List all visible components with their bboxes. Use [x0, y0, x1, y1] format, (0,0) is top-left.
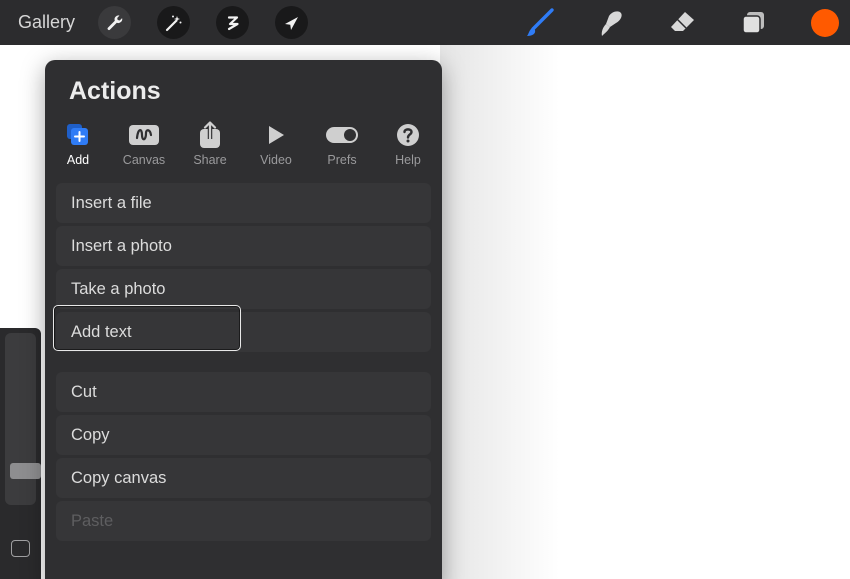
- transform-button[interactable]: [275, 6, 308, 39]
- smudge-tool-button[interactable]: [594, 6, 628, 40]
- brush-size-slider-thumb[interactable]: [10, 463, 41, 479]
- smudge-icon: [601, 11, 622, 36]
- top-toolbar: Gallery: [0, 0, 850, 45]
- take-photo-button[interactable]: Take a photo: [56, 269, 431, 309]
- magic-wand-icon: [165, 15, 181, 31]
- tab-video[interactable]: Video: [243, 120, 309, 170]
- copy-canvas-button[interactable]: Copy canvas: [56, 458, 431, 498]
- add-icon: [67, 124, 88, 145]
- tab-label: Share: [193, 153, 227, 167]
- tab-help[interactable]: Help: [375, 120, 441, 170]
- paste-button[interactable]: Paste: [56, 501, 431, 541]
- tab-label: Video: [260, 153, 292, 167]
- cut-button[interactable]: Cut: [56, 372, 431, 412]
- brush-size-slider[interactable]: [5, 333, 41, 505]
- color-picker-button[interactable]: [811, 9, 839, 37]
- share-icon: [200, 121, 220, 148]
- tab-add[interactable]: Add: [45, 120, 111, 170]
- layers-button[interactable]: [736, 6, 770, 40]
- adjustments-button[interactable]: [157, 6, 190, 39]
- transform-arrow-icon: [284, 16, 298, 30]
- brush-icon: [527, 8, 554, 36]
- tab-prefs[interactable]: Prefs: [309, 120, 375, 170]
- clipboard-actions-list: Cut Copy Copy canvas Paste: [56, 372, 431, 544]
- copy-button[interactable]: Copy: [56, 415, 431, 455]
- canvas-shadow: [440, 45, 560, 579]
- layers-icon: [742, 12, 764, 34]
- add-text-highlight: [53, 305, 241, 351]
- video-play-icon: [269, 126, 284, 144]
- tab-label: Prefs: [327, 153, 357, 167]
- insert-photo-button[interactable]: Insert a photo: [56, 226, 431, 266]
- insert-file-button[interactable]: Insert a file: [56, 183, 431, 223]
- modify-square-button[interactable]: [11, 540, 30, 557]
- selection-icon: [227, 15, 239, 30]
- wrench-icon: [107, 14, 122, 30]
- selection-button[interactable]: [216, 6, 249, 39]
- left-sidebar: [0, 328, 41, 579]
- prefs-toggle-icon: [326, 127, 358, 143]
- eraser-tool-button[interactable]: [665, 6, 699, 40]
- brush-tool-button[interactable]: [523, 6, 557, 40]
- gallery-button[interactable]: Gallery: [18, 12, 75, 33]
- canvas-icon: [129, 125, 159, 145]
- panel-title: Actions: [69, 77, 161, 105]
- actions-tabs: Add Canvas Share Video Prefs Help: [45, 120, 442, 170]
- help-icon: [397, 124, 419, 146]
- actions-wrench-button[interactable]: [98, 6, 131, 39]
- tab-canvas[interactable]: Canvas: [111, 120, 177, 170]
- eraser-icon: [671, 12, 694, 31]
- tab-label: Help: [395, 153, 421, 167]
- tab-label: Add: [66, 153, 90, 167]
- tab-share[interactable]: Share: [177, 120, 243, 170]
- tab-label: Canvas: [122, 153, 166, 167]
